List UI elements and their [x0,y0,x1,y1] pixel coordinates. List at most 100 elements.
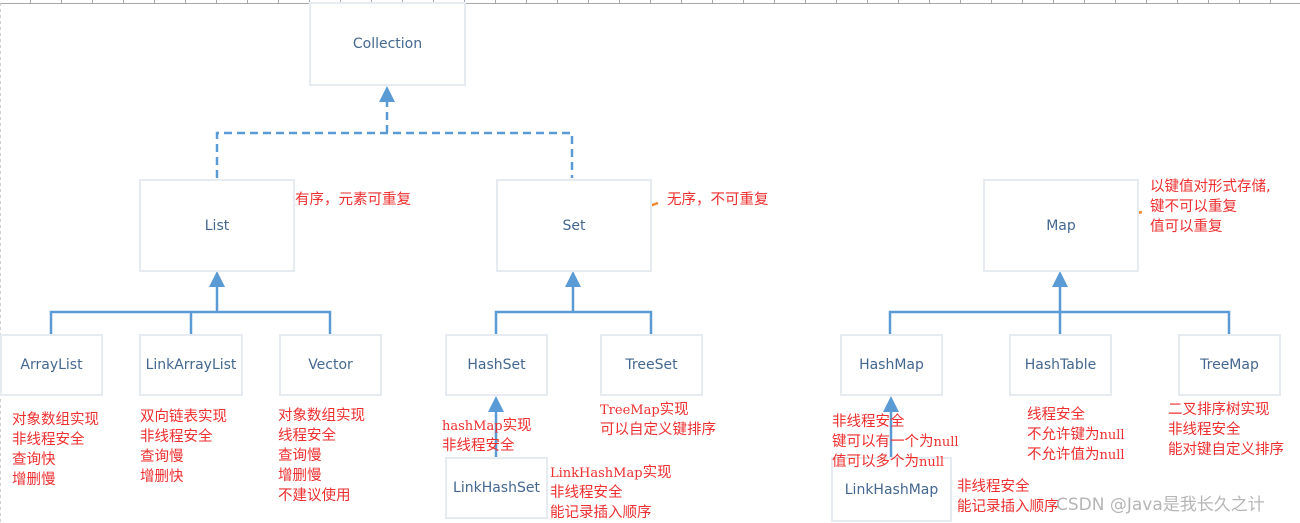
note-code: null [933,435,959,450]
note-text: 值可以多个为 [832,454,919,470]
note-line: 能对键自定义排序 [1168,442,1284,458]
node-label: HashMap [859,357,924,373]
map-connector [888,285,1231,334]
note-hashtable: 线程安全 不允许键为null 不允许值为null [1027,405,1125,465]
node-hashtable: HashTable [1009,334,1112,396]
node-label: Collection [352,36,423,52]
note-line: 对象数组实现 [12,412,99,428]
node-label: ArrayList [20,357,83,373]
note-treeset: TreeMap实现 可以自定义键排序 [600,400,716,440]
note-line: 线程安全 [1027,405,1125,425]
note-text: 非线程安全 [832,414,905,430]
note-code: LinkHashMap [550,466,643,481]
note-line: 非线程安全 [442,436,532,456]
node-hashmap: HashMap [840,334,943,396]
note-arraylist: 对象数组实现 非线程安全 查询快 增删慢 [12,410,99,490]
set-connector [494,285,653,334]
note-line: 对象数组实现 [278,408,365,424]
note-line: 非线程安全 [957,479,1030,495]
node-treeset: TreeSet [600,334,703,396]
note-text: 可以自定义键排序 [600,422,716,438]
note-line: 线程安全 [278,428,336,444]
note-line: 非线程安全 [1168,422,1241,438]
note-line: 以键值对形式存储, [1150,179,1271,195]
node-map: Map [983,179,1139,272]
note-line: 增删慢 [12,472,56,488]
note-line: 键不可以重复 [1150,199,1237,215]
note-line: 键可以有一个为null [832,432,959,452]
node-arraylist: ArrayList [0,334,103,396]
node-label: Map [1046,217,1076,234]
node-list: List [139,179,295,272]
note-line: 不允许键为null [1027,425,1125,445]
note-text: 不允许键为 [1027,427,1100,443]
note-line: 查询慢 [278,448,322,464]
note-line: 查询快 [12,452,56,468]
linkhashmap-arrowhead [883,396,899,412]
note-text: 实现 [502,418,532,434]
note-text: 非线程安全 [550,485,623,501]
note-line: 非线程安全 [832,412,959,432]
note-text: 线程安全 [1027,407,1085,423]
note-line: LinkHashMap实现 [550,463,672,483]
set-arrowhead [565,271,581,287]
note-linkarraylist: 双向链表实现 非线程安全 查询慢 增删快 [140,407,227,487]
note-line: 能记录插入顺序 [957,499,1059,515]
node-linkhashset: LinkHashSet [445,457,548,519]
note-code: hashMap [442,419,503,434]
list-connector [49,285,332,334]
collection-arrowhead [379,86,395,102]
node-label: List [204,217,230,234]
note-line: 可以自定义键排序 [600,420,716,440]
node-set: Set [496,179,652,272]
note-text: 能记录插入顺序 [550,505,652,521]
note-code: null [919,455,945,470]
note-text: 非线程安全 [442,438,515,454]
note-code: null [1099,428,1125,443]
note-line: 双向链表实现 [140,409,227,425]
note-linkhashmap: 非线程安全 能记录插入顺序 [957,477,1059,517]
node-vector: Vector [279,334,382,396]
note-text: 键可以有一个为 [832,434,934,450]
node-label: Set [562,217,586,234]
note-code: null [1099,448,1125,463]
note-line: 无序，不可重复 [667,192,769,208]
note-text: 实现 [659,402,689,418]
note-list: 有序，元素可重复 [295,190,411,210]
node-hashset: HashSet [445,334,548,396]
note-line: 查询慢 [140,449,184,465]
node-label: LinkHashSet [453,480,540,496]
note-line: 能记录插入顺序 [550,503,672,523]
note-line: 增删快 [140,469,184,485]
note-line: 有序，元素可重复 [295,192,411,208]
note-line: 非线程安全 [550,483,672,503]
note-text: 实现 [642,465,672,481]
node-linkarraylist: LinkArrayList [139,334,243,396]
linkhashset-arrowhead [488,396,504,412]
node-treemap: TreeMap [1178,334,1281,396]
note-line: 二叉排序树实现 [1168,402,1270,418]
note-line: 不建议使用 [278,488,351,504]
note-line: 增删慢 [278,468,322,484]
note-line: 值可以多个为null [832,452,959,472]
note-line: hashMap实现 [442,416,532,436]
note-line: 不允许值为null [1027,445,1125,465]
node-label: LinkArrayList [145,357,237,373]
note-text: 不允许值为 [1027,447,1100,463]
watermark: CSDN @Java是我长久之计 [1056,495,1265,515]
note-linkhashset: LinkHashMap实现 非线程安全 能记录插入顺序 [550,463,672,523]
note-line: 非线程安全 [140,429,213,445]
node-label: TreeSet [625,357,678,373]
note-hashset: hashMap实现 非线程安全 [442,416,532,456]
node-label: LinkHashMap [844,481,939,498]
node-label: HashTable [1024,357,1097,373]
note-vector: 对象数组实现 线程安全 查询慢 增删慢 不建议使用 [278,406,365,506]
note-set: 无序，不可重复 [667,190,769,210]
collection-dashed-connector [215,100,574,178]
node-label: TreeMap [1200,357,1259,373]
note-hashmap: 非线程安全 键可以有一个为null 值可以多个为null [832,412,959,472]
list-arrowhead [209,271,225,287]
note-line: TreeMap实现 [600,400,716,420]
node-collection: Collection [309,2,466,86]
note-code: TreeMap [600,403,660,418]
